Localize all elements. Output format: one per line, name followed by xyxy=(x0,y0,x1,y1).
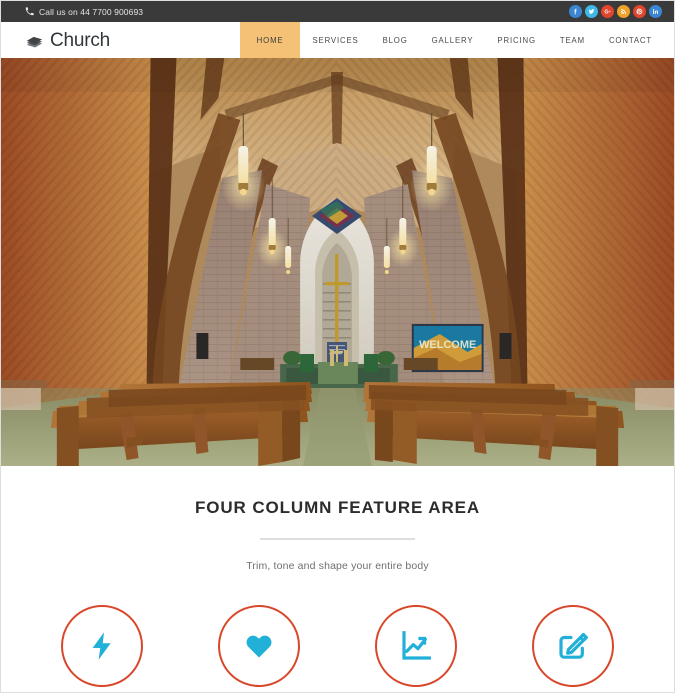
feature-column-4 xyxy=(495,605,652,687)
feature-section: FOUR COLUMN FEATURE AREA Trim, tone and … xyxy=(1,466,674,687)
topbar: Call us on 44 7700 900693 xyxy=(1,1,674,22)
nav-item-contact[interactable]: CONTACT xyxy=(597,22,664,58)
feature-circle-2[interactable] xyxy=(217,605,300,687)
phone-icon xyxy=(25,7,34,16)
hero-banner: WELCOME xyxy=(1,58,674,466)
brand-name: Church xyxy=(50,29,111,51)
feature-column-1 xyxy=(23,605,180,687)
feature-circle-1[interactable] xyxy=(60,605,143,687)
section-title: FOUR COLUMN FEATURE AREA xyxy=(194,498,481,517)
feature-columns xyxy=(1,605,674,687)
feature-circle-3[interactable] xyxy=(375,605,458,687)
social-links xyxy=(569,5,662,18)
brand-logo[interactable]: Church xyxy=(1,22,110,58)
topbar-contact: Call us on 44 7700 900693 xyxy=(25,7,143,17)
facebook-icon[interactable] xyxy=(569,5,582,18)
phone-text: Call us on 44 7700 900693 xyxy=(39,6,144,17)
linkedin-icon[interactable] xyxy=(649,5,662,18)
title-divider xyxy=(260,538,415,540)
nav-item-services[interactable]: SERVICES xyxy=(300,22,370,58)
nav-item-team[interactable]: TEAM xyxy=(548,22,597,58)
church-interior-photo: WELCOME xyxy=(1,58,674,466)
feature-column-2 xyxy=(180,605,337,687)
pinterest-icon[interactable] xyxy=(633,5,646,18)
page-root: Call us on 44 7700 900693 Church HOME SE… xyxy=(0,0,675,693)
feature-column-3 xyxy=(338,605,495,687)
rss-icon[interactable] xyxy=(617,5,630,18)
nav-item-blog[interactable]: BLOG xyxy=(371,22,420,58)
google-plus-icon[interactable] xyxy=(601,5,614,18)
heart-icon xyxy=(243,631,275,661)
books-icon xyxy=(25,31,44,50)
main-nav: HOME SERVICES BLOG GALLERY PRICING TEAM … xyxy=(239,22,674,58)
twitter-icon[interactable] xyxy=(585,5,598,18)
site-header: Church HOME SERVICES BLOG GALLERY PRICIN… xyxy=(1,22,674,58)
feature-circle-4[interactable] xyxy=(532,605,615,687)
section-subtitle: Trim, tone and shape your entire body xyxy=(246,560,429,572)
nav-item-pricing[interactable]: PRICING xyxy=(485,22,547,58)
nav-item-home[interactable]: HOME xyxy=(239,22,301,58)
nav-item-gallery[interactable]: GALLERY xyxy=(420,22,486,58)
edit-pencil-square-icon xyxy=(557,630,589,662)
lightning-bolt-icon xyxy=(87,630,117,662)
line-chart-up-icon xyxy=(400,630,432,662)
